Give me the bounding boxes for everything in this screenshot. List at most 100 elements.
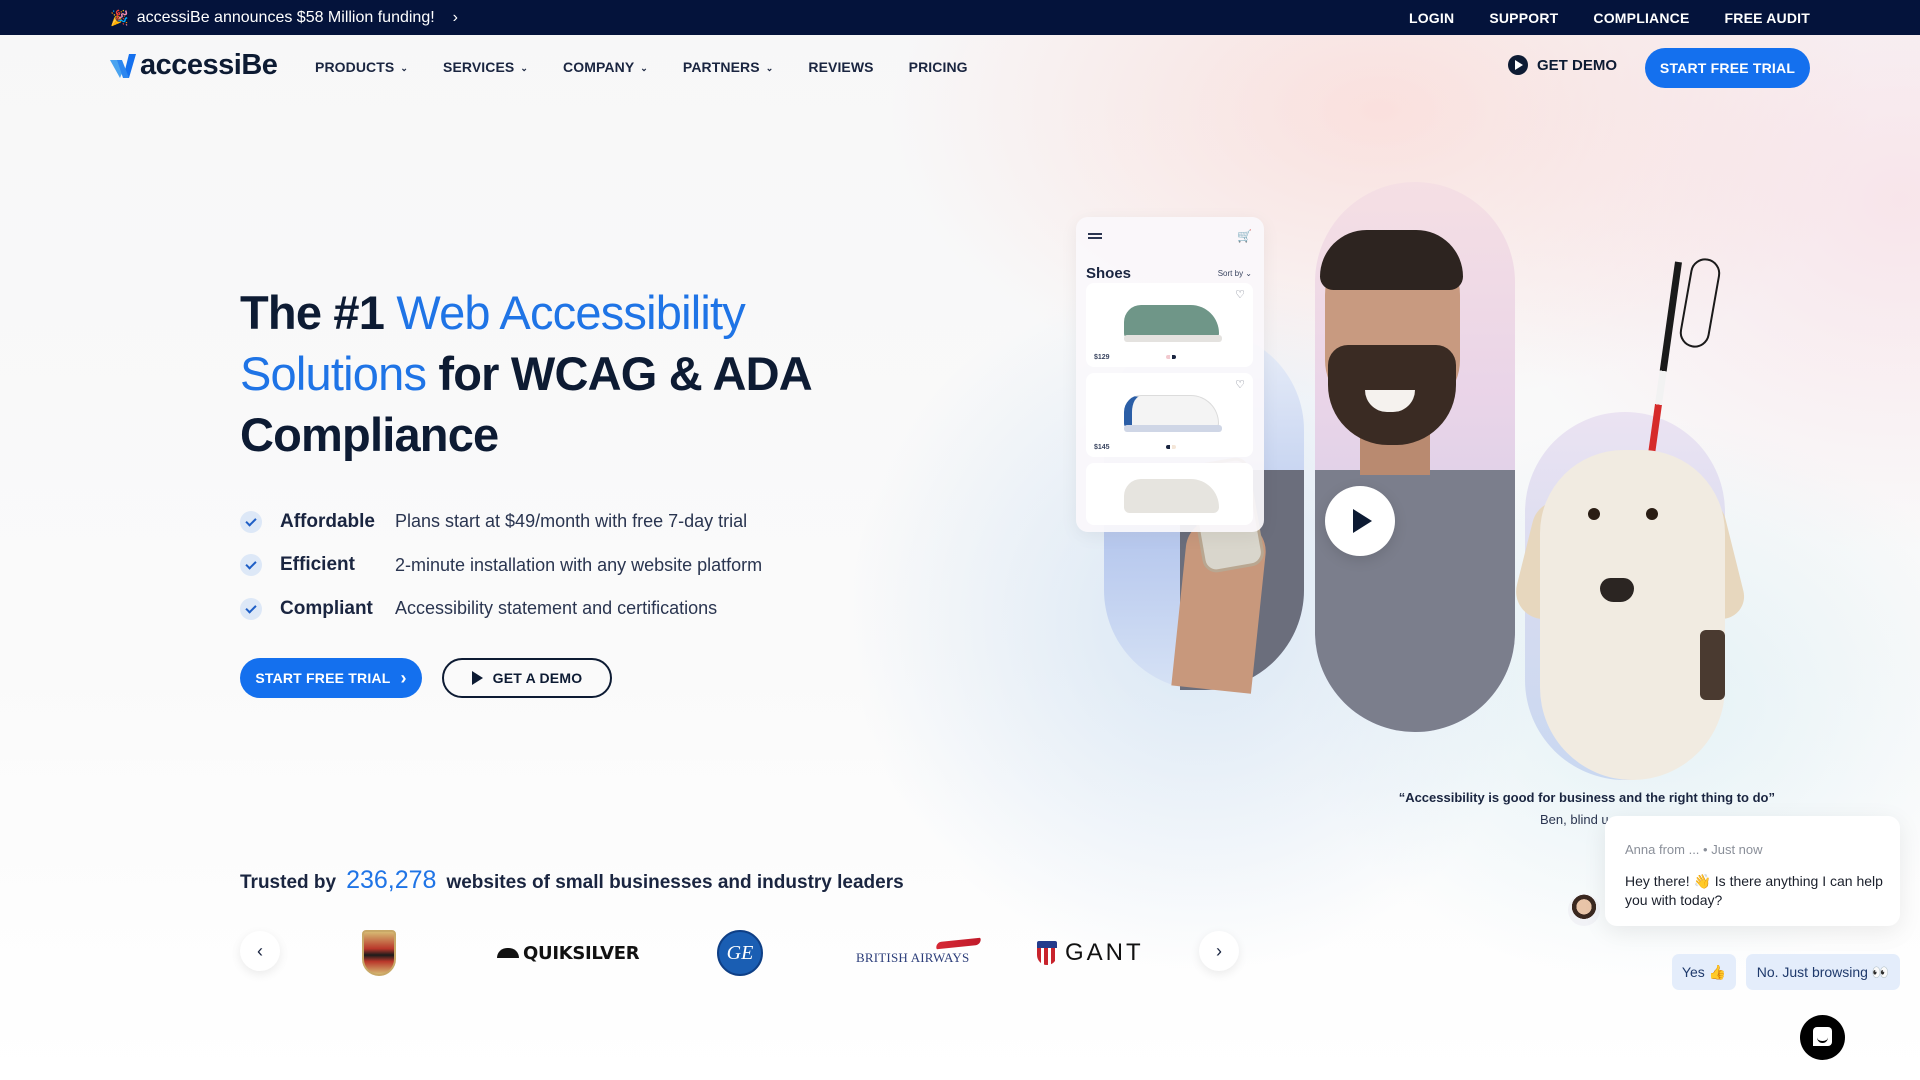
- logo-ge: GE: [717, 930, 763, 976]
- feature-item: Compliant Accessibility statement and ce…: [240, 587, 762, 631]
- main-header: accessiBe PRODUCTS ⌄ SERVICES ⌄ COMPANY ⌄ P…: [0, 35, 1920, 99]
- nav-company[interactable]: COMPANY ⌄: [563, 59, 648, 75]
- party-popper-icon: 🎉: [110, 9, 129, 27]
- chat-sender: Anna from ...: [1625, 842, 1700, 857]
- product-card: ♡ $145: [1086, 373, 1253, 457]
- get-a-demo-button[interactable]: GET A DEMO: [442, 658, 612, 698]
- feature-item: Efficient 2-minute installation with any…: [240, 544, 762, 588]
- nav-pricing-label: PRICING: [908, 59, 968, 75]
- nav-reviews-label: REVIEWS: [808, 59, 874, 75]
- chevron-right-icon: ›: [1216, 940, 1222, 961]
- logo-gant: GANT: [1037, 931, 1144, 975]
- heart-icon: ♡: [1235, 379, 1245, 391]
- primary-nav: PRODUCTS ⌄ SERVICES ⌄ COMPANY ⌄ PARTNERS ⌄ R…: [315, 35, 968, 99]
- start-free-trial-button-header[interactable]: START FREE TRIAL: [1645, 48, 1810, 88]
- shop-title: Shoes: [1086, 265, 1132, 282]
- feature-list: Affordable Plans start at $49/month with…: [240, 500, 762, 631]
- guide-dog-image: [1540, 450, 1725, 780]
- chat-launcher-button[interactable]: [1800, 1015, 1845, 1060]
- chevron-left-icon: ‹: [257, 940, 263, 961]
- play-video-button[interactable]: [1325, 486, 1395, 556]
- shoe-image: [1124, 395, 1219, 429]
- get-a-demo-label: GET A DEMO: [492, 670, 583, 686]
- start-free-trial-button[interactable]: START FREE TRIAL ›: [240, 658, 422, 698]
- dog-eye: [1646, 508, 1658, 520]
- get-demo-button[interactable]: GET DEMO: [1508, 55, 1617, 75]
- chevron-right-icon: ›: [452, 8, 458, 26]
- shoe-image: [1124, 479, 1219, 513]
- chat-reply-no[interactable]: No. Just browsing 👀: [1746, 954, 1900, 990]
- nav-reviews[interactable]: REVIEWS: [808, 59, 873, 75]
- color-dots: [1166, 445, 1176, 449]
- cart-icon: 🛒: [1237, 229, 1252, 243]
- free-audit-link[interactable]: FREE AUDIT: [1725, 10, 1810, 26]
- feature-item: Affordable Plans start at $49/month with…: [240, 500, 762, 544]
- ge-monogram: GE: [717, 930, 763, 976]
- gant-shield-icon: [1037, 941, 1057, 965]
- chevron-down-icon: ⌄: [765, 62, 774, 73]
- chevron-down-icon: ⌄: [400, 62, 409, 73]
- chat-reply-yes[interactable]: Yes 👍: [1672, 954, 1736, 990]
- person-hair: [1320, 230, 1463, 290]
- chat-message-bubble[interactable]: Anna from ... • Just now Hey there! 👋 Is…: [1605, 816, 1900, 926]
- product-price: $129: [1094, 354, 1110, 361]
- gant-wordmark: GANT: [1065, 939, 1144, 966]
- feature-name: Affordable: [280, 510, 375, 532]
- nav-products[interactable]: PRODUCTS ⌄: [315, 59, 408, 75]
- carousel-prev-button[interactable]: ‹: [240, 931, 280, 971]
- feature-desc: Plans start at $49/month with free 7-day…: [395, 511, 748, 532]
- logo-quiksilver: QUIKSILVER: [497, 931, 640, 975]
- chevron-right-icon: ›: [400, 667, 407, 688]
- nav-partners[interactable]: PARTNERS ⌄: [683, 59, 773, 75]
- nav-services-label: SERVICES: [443, 59, 515, 75]
- dog-eye: [1588, 508, 1600, 520]
- quiksilver-wordmark: QUIKSILVER: [523, 942, 640, 964]
- nav-products-label: PRODUCTS: [315, 59, 395, 75]
- porsche-crest-icon: [362, 930, 396, 976]
- feature-name: Efficient: [280, 554, 355, 576]
- sort-dropdown: Sort by ⌄: [1217, 269, 1252, 278]
- get-demo-label: GET DEMO: [1537, 56, 1618, 74]
- nav-pricing[interactable]: PRICING: [909, 59, 968, 75]
- nav-company-label: COMPANY: [563, 59, 635, 75]
- agent-avatar: [1568, 894, 1600, 926]
- compliance-link[interactable]: COMPLIANCE: [1593, 10, 1689, 26]
- login-link[interactable]: LOGIN: [1409, 10, 1454, 26]
- announcement-link[interactable]: 🎉 accessiBe announces $58 Million fundin…: [110, 0, 458, 35]
- shop-app-mockup: 🛒 Shoes Sort by ⌄ ♡ $129 ♡ $145: [1076, 217, 1264, 532]
- check-icon: [240, 597, 262, 620]
- product-card: [1086, 463, 1253, 525]
- nav-services[interactable]: SERVICES ⌄: [443, 59, 528, 75]
- chat-meta: Anna from ... • Just now: [1625, 842, 1763, 857]
- support-link[interactable]: SUPPORT: [1489, 10, 1558, 26]
- feature-name: Compliant: [280, 597, 373, 619]
- logo-text: accessiBe: [140, 49, 278, 81]
- feature-desc: 2-minute installation with any website p…: [395, 554, 763, 575]
- logo-british-airways: BRITISH AIRWAYS: [856, 931, 982, 975]
- shoe-sole: [1124, 425, 1222, 432]
- chevron-down-icon: ⌄: [640, 62, 648, 73]
- logo-porsche: [362, 930, 398, 976]
- announcement-text: accessiBe announces $58 Million funding!: [136, 8, 435, 26]
- trusted-suffix: websites of small businesses and industr…: [446, 872, 904, 893]
- website-count: 236,278: [346, 866, 437, 894]
- play-icon: [471, 671, 483, 685]
- dog-harness: [1700, 630, 1725, 700]
- logo-check-icon: [110, 53, 136, 78]
- chat-message: Hey there! 👋 Is there anything I can hel…: [1625, 873, 1883, 908]
- logo[interactable]: accessiBe: [110, 49, 278, 82]
- hero-title-prefix: The #1: [240, 286, 397, 339]
- cane-strap: [1677, 256, 1723, 350]
- nav-partners-label: PARTNERS: [682, 59, 760, 75]
- trusted-by-line: Trusted by 236,278 websites of small bus…: [240, 866, 904, 895]
- carousel-next-button[interactable]: ›: [1199, 931, 1239, 971]
- color-dots: [1166, 355, 1176, 359]
- product-card: ♡ $129: [1086, 283, 1253, 367]
- shoe-sole: [1124, 335, 1222, 342]
- menu-icon: [1088, 233, 1102, 235]
- hero-title: The #1 Web Accessibility Solutions for W…: [240, 282, 860, 465]
- dog-nose: [1600, 578, 1634, 602]
- testimonial-quote: “Accessibility is good for business and …: [1398, 790, 1775, 805]
- check-icon: [240, 510, 262, 533]
- chat-time: • Just now: [1703, 842, 1763, 857]
